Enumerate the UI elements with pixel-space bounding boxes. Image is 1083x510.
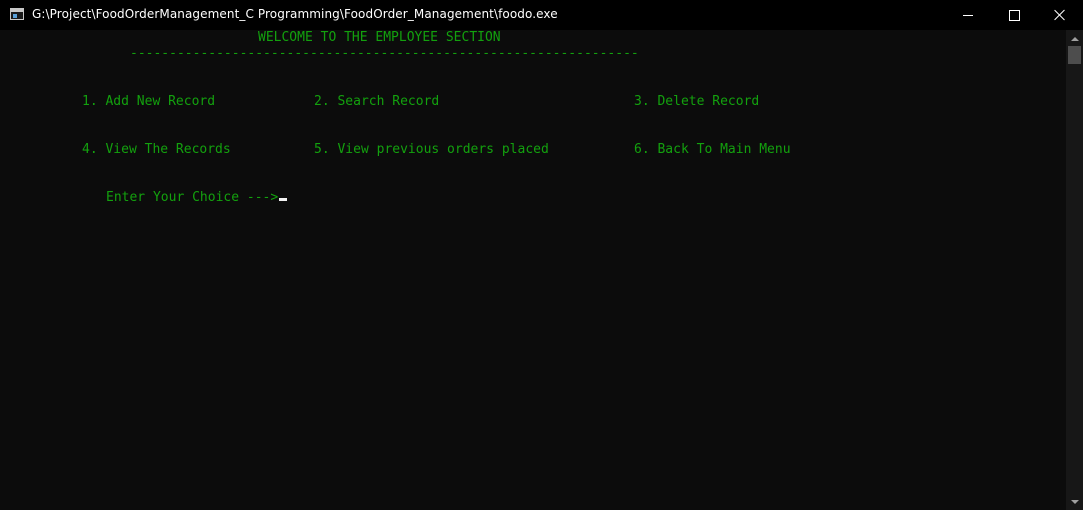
console-window: G:\Project\FoodOrderManagement_C Program… (0, 0, 1083, 510)
minimize-icon (963, 14, 973, 16)
menu-option-view-records: 4. View The Records (82, 142, 231, 157)
menu-option-delete-record: 3. Delete Record (634, 94, 760, 109)
arrow-down-icon (1070, 499, 1079, 504)
maximize-icon (1008, 9, 1020, 21)
menu-option-add-record: 1. Add New Record (82, 94, 216, 109)
maximize-button[interactable] (991, 0, 1037, 30)
text-cursor[interactable] (279, 198, 288, 201)
scroll-down-button[interactable] (1066, 493, 1083, 510)
choice-prompt-line: Enter Your Choice ---> (106, 190, 288, 206)
menu-option-view-orders: 5. View previous orders placed (314, 142, 549, 157)
minimize-button[interactable] (945, 0, 991, 30)
header-divider: ----------------------------------------… (130, 46, 639, 61)
scroll-thumb[interactable] (1068, 46, 1081, 64)
menu-option-search-record: 2. Search Record (314, 94, 440, 109)
scroll-up-button[interactable] (1066, 30, 1083, 47)
close-button[interactable] (1037, 0, 1083, 30)
choice-prompt: Enter Your Choice ---> (106, 190, 279, 205)
arrow-up-icon (1070, 36, 1079, 41)
close-icon (1054, 9, 1066, 21)
title-bar[interactable]: G:\Project\FoodOrderManagement_C Program… (0, 0, 1083, 30)
console-output[interactable]: WELCOME TO THE EMPLOYEE SECTION --------… (0, 30, 1066, 510)
section-header: WELCOME TO THE EMPLOYEE SECTION (258, 30, 501, 45)
window-title: G:\Project\FoodOrderManagement_C Program… (32, 7, 558, 21)
vertical-scrollbar[interactable] (1066, 30, 1083, 510)
console-app-icon[interactable] (10, 8, 24, 20)
menu-option-back-main-menu: 6. Back To Main Menu (634, 142, 791, 157)
